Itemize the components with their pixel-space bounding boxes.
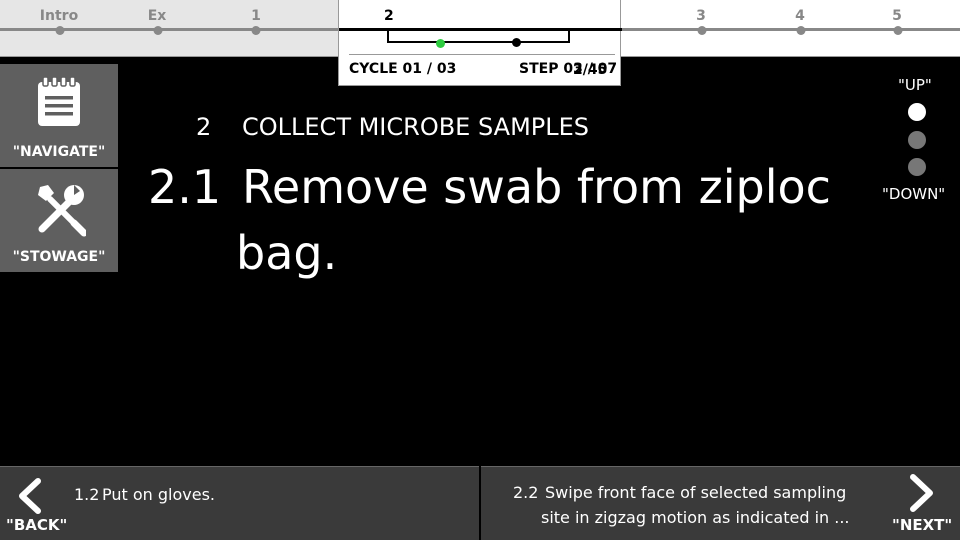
current-section-panel: 2 CYCLE 01 / 03 STEP 03 / 07 2/45 <box>338 0 622 86</box>
section-tick-intro[interactable]: Intro <box>40 8 78 24</box>
section-marker-3 <box>697 26 707 35</box>
scroll-position-dot-active <box>908 103 926 121</box>
step-overlay-counter: 2/45 <box>573 62 608 78</box>
stowage-button[interactable]: "STOWAGE" <box>0 169 118 273</box>
back-label: "BACK" <box>6 516 68 534</box>
section-tick-ex[interactable]: Ex <box>148 8 167 24</box>
navigate-label: "NAVIGATE" <box>12 144 106 160</box>
section-marker-1 <box>251 26 261 35</box>
next-step-text-line2: site in zigzag motion as indicated in ..… <box>541 508 850 527</box>
tools-icon <box>38 185 86 237</box>
section-tick-5[interactable]: 5 <box>892 8 902 24</box>
scroll-up-label: "UP" <box>898 76 932 94</box>
previous-step-text: Put on gloves. <box>102 485 216 504</box>
next-step-text-line1: Swipe front face of selected sampling <box>545 483 847 502</box>
section-marker-ex <box>153 26 163 35</box>
scroll-position-dot <box>908 131 926 149</box>
next-step-number: 2.2 <box>513 483 539 502</box>
stowage-label: "STOWAGE" <box>12 249 106 265</box>
progress-track-left <box>0 28 338 31</box>
progress-track-right <box>621 28 960 31</box>
previous-step-number: 1.2 <box>74 485 100 504</box>
scroll-position-dot <box>908 158 926 176</box>
clipboard-icon <box>38 76 80 126</box>
section-marker-intro <box>55 26 65 35</box>
next-label: "NEXT" <box>892 516 953 534</box>
cycle-counter: CYCLE 01 / 03 <box>349 61 457 77</box>
step-instruction-line2: bag. <box>236 226 338 280</box>
section-tick-3[interactable]: 3 <box>696 8 706 24</box>
section-marker-4 <box>796 26 806 35</box>
section-tick-4[interactable]: 4 <box>795 8 805 24</box>
divider <box>349 54 615 55</box>
current-section-label: 2 <box>384 8 394 24</box>
step-instruction-line1: Remove swab from ziploc <box>242 160 831 214</box>
navigate-button[interactable]: "NAVIGATE" <box>0 64 118 168</box>
step-number: 2.1 <box>148 160 222 214</box>
current-section-bracket <box>387 28 570 43</box>
chevron-right-icon <box>910 474 933 512</box>
section-title: COLLECT MICROBE SAMPLES <box>242 113 590 141</box>
back-button[interactable] <box>0 466 479 540</box>
chevron-left-icon <box>19 478 41 514</box>
section-tick-1[interactable]: 1 <box>251 8 261 24</box>
upcoming-sections-track: 3 4 5 <box>621 0 960 57</box>
current-step-marker <box>436 39 445 48</box>
section-number: 2 <box>196 113 212 141</box>
next-button[interactable] <box>481 466 960 540</box>
section-marker-5 <box>893 26 903 35</box>
completed-sections-track: Intro Ex 1 <box>0 0 338 57</box>
scroll-down-label: "DOWN" <box>882 185 946 203</box>
section-end-marker <box>512 38 521 47</box>
